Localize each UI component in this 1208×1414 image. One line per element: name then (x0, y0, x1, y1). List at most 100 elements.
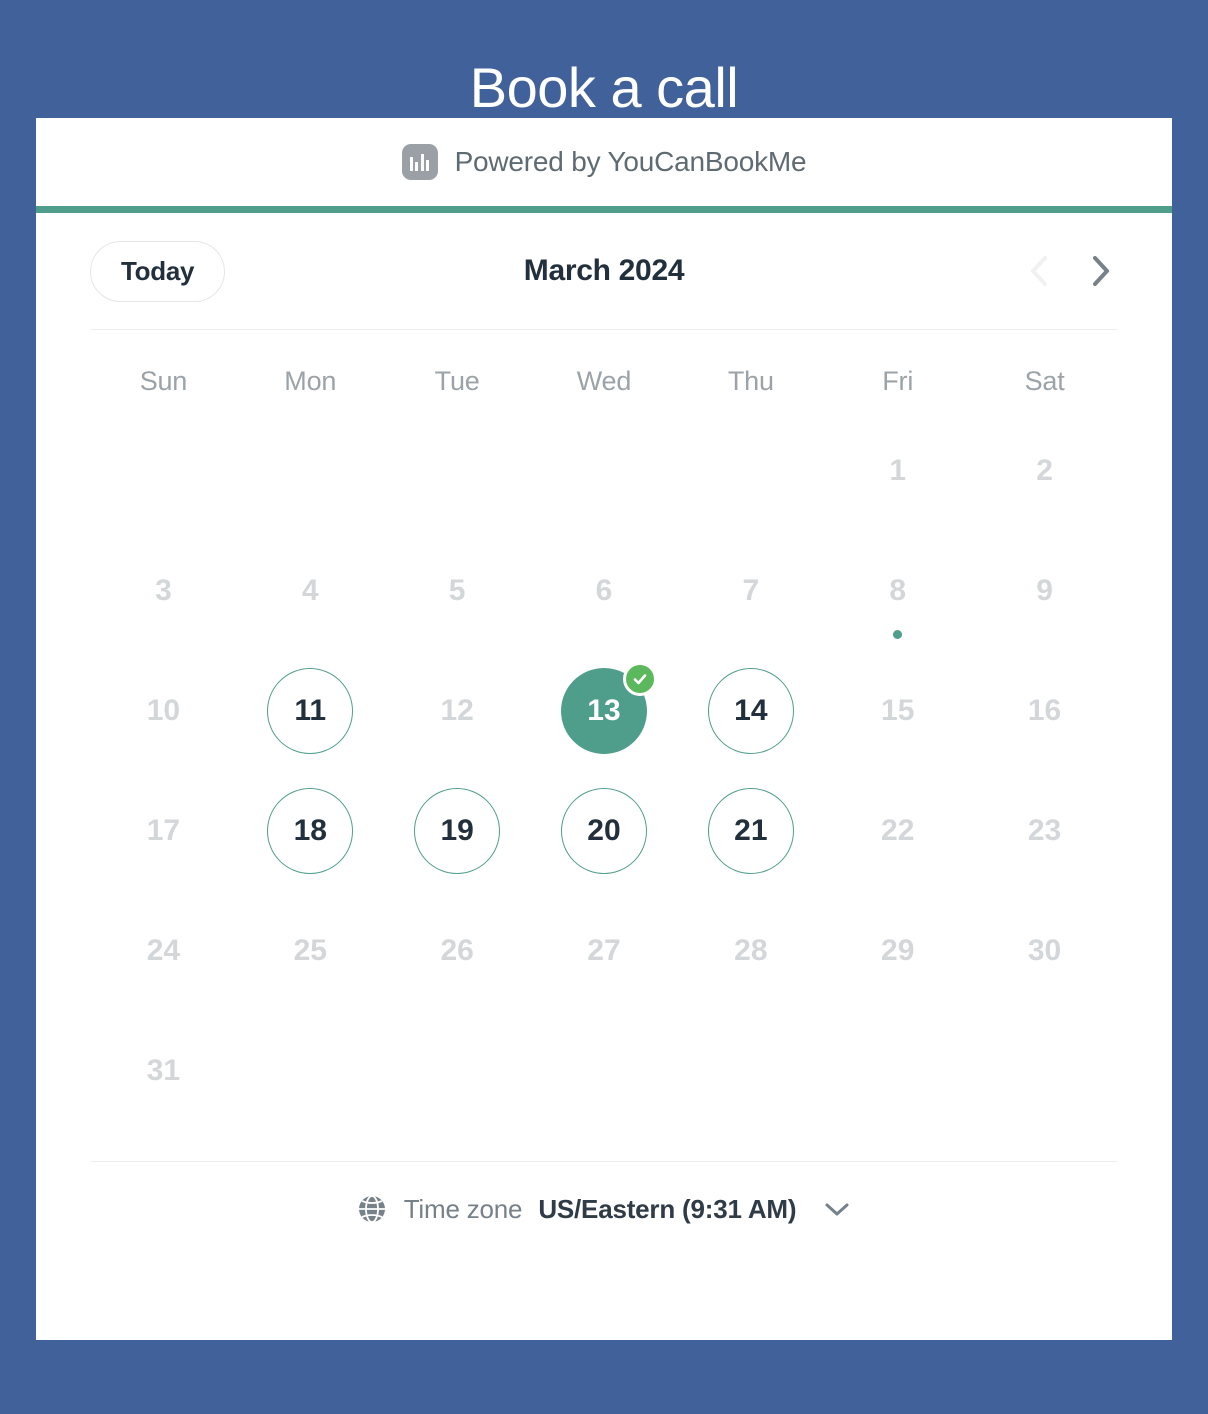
day-number: 4 (301, 574, 319, 607)
day-cell-20[interactable]: 20 (531, 771, 678, 891)
day-cell-11[interactable]: 11 (237, 651, 384, 771)
day-number: 13 (560, 662, 657, 754)
day-number: 10 (146, 694, 181, 727)
weekday-label-sat: Sat (1024, 366, 1065, 396)
day-cell-1: 1 (824, 411, 971, 531)
day-number: 12 (440, 694, 474, 727)
calendar-body: Today March 2024 Sun Mon Tue Wed Thu Fri… (36, 213, 1172, 1256)
day-number: 29 (881, 934, 915, 967)
day-number: 28 (734, 934, 768, 967)
weekday-label-wed: Wed (576, 366, 632, 396)
day-cell-29: 29 (824, 891, 971, 1011)
day-cell-empty (384, 1011, 531, 1131)
weekday-label-sun: Sun (139, 366, 188, 396)
day-number: 6 (595, 574, 613, 607)
chevron-down-icon[interactable] (822, 1199, 852, 1219)
weekday-label-fri: Fri (882, 366, 914, 396)
day-cell-25: 25 (237, 891, 384, 1011)
day-cell-6: 6 (531, 531, 678, 651)
youcanbookme-logo-icon (401, 144, 438, 180)
weekday-label-thu: Thu (727, 366, 774, 396)
branding-text: Powered by YouCanBookMe (454, 146, 807, 177)
day-cell-15: 15 (824, 651, 971, 771)
day-cell-21[interactable]: 21 (677, 771, 824, 891)
availability-dot (893, 630, 903, 639)
day-number: 18 (267, 788, 354, 874)
day-cell-2: 2 (971, 411, 1118, 531)
day-cell-empty (237, 411, 384, 531)
globe-icon (358, 1195, 385, 1223)
day-number: 11 (267, 668, 354, 754)
page-title: Book a call (469, 55, 739, 119)
day-cell-23: 23 (971, 771, 1118, 891)
day-number: 3 (155, 574, 172, 607)
day-cell-empty (824, 1011, 971, 1131)
day-cell-12: 12 (384, 651, 531, 771)
day-number: 22 (881, 814, 915, 847)
day-number: 8 (889, 574, 907, 607)
day-cell-14[interactable]: 14 (677, 651, 824, 771)
day-cell-empty (971, 1011, 1118, 1131)
day-cell-empty (384, 411, 531, 531)
day-cell-16: 16 (971, 651, 1118, 771)
day-number: 25 (293, 934, 327, 967)
weekday-label-mon: Mon (284, 366, 337, 396)
day-cell-28: 28 (677, 891, 824, 1011)
day-number: 30 (1027, 934, 1062, 967)
day-cell-empty (90, 411, 237, 531)
booking-card: Powered by YouCanBookMe Today March 2024 (36, 118, 1172, 1340)
timezone-label: Time zone (403, 1193, 523, 1224)
day-cell-empty (531, 1011, 678, 1131)
day-number: 7 (742, 574, 760, 607)
branding-header: Powered by YouCanBookMe (36, 118, 1172, 206)
month-title: March 2024 (523, 254, 685, 287)
accent-bar (36, 206, 1172, 213)
day-cell-18[interactable]: 18 (237, 771, 384, 891)
prev-month-button[interactable] (1022, 251, 1056, 291)
day-number: 21 (707, 788, 794, 874)
day-number: 24 (146, 934, 181, 967)
day-cell-9: 9 (971, 531, 1118, 651)
day-number: 1 (889, 454, 907, 487)
day-cell-31: 31 (90, 1011, 237, 1131)
day-cell-empty (677, 1011, 824, 1131)
day-cell-13[interactable]: 13 (531, 651, 678, 771)
day-cell-19[interactable]: 19 (384, 771, 531, 891)
check-circle-icon (622, 662, 657, 696)
day-number: 5 (448, 574, 466, 607)
day-cell-empty (531, 411, 678, 531)
chevron-left-icon (1031, 256, 1047, 286)
day-number: 20 (560, 788, 647, 874)
day-number: 19 (414, 788, 501, 874)
day-grid: 1 2 3 4 5 6 7 8 9 10 11 12 13 14 15 16 17 18 19 20 21 22 23 24 2… (90, 411, 1118, 1131)
day-cell-26: 26 (384, 891, 531, 1011)
timezone-selector[interactable]: Time zone US/Eastern (9:31 AM) (90, 1162, 1118, 1256)
day-number: 31 (146, 1054, 181, 1087)
day-cell-empty (677, 411, 824, 531)
day-cell-22: 22 (824, 771, 971, 891)
day-cell-5: 5 (384, 531, 531, 651)
day-cell-8: 8 (824, 531, 971, 651)
day-cell-30: 30 (971, 891, 1118, 1011)
timezone-value: US/Eastern (9:31 AM) (538, 1193, 797, 1224)
day-cell-24: 24 (90, 891, 237, 1011)
day-cell-4: 4 (237, 531, 384, 651)
day-number: 14 (707, 668, 794, 754)
day-cell-27: 27 (531, 891, 678, 1011)
day-number: 16 (1027, 694, 1062, 727)
next-month-button[interactable] (1084, 251, 1118, 291)
day-number: 15 (881, 694, 915, 727)
day-cell-17: 17 (90, 771, 237, 891)
day-number: 17 (146, 814, 181, 847)
weekday-label-tue: Tue (434, 366, 480, 396)
day-cell-10: 10 (90, 651, 237, 771)
calendar-nav (1022, 251, 1118, 291)
day-number: 26 (440, 934, 474, 967)
day-number: 9 (1036, 574, 1053, 607)
today-button[interactable]: Today (90, 240, 226, 302)
day-cell-7: 7 (677, 531, 824, 651)
weekday-header: Sun Mon Tue Wed Thu Fri Sat (90, 330, 1118, 411)
day-number: 23 (1027, 814, 1062, 847)
chevron-right-icon (1093, 256, 1109, 286)
day-number: 27 (587, 934, 621, 967)
